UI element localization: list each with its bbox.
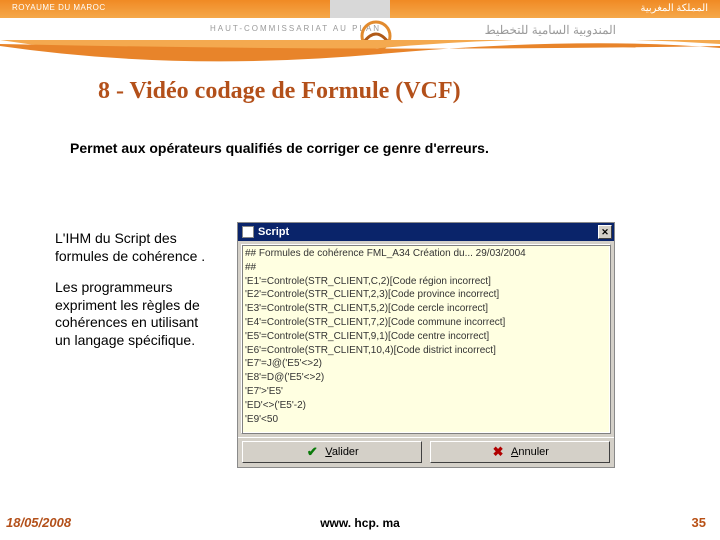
- cancel-label: Annuler: [511, 446, 549, 458]
- left-para-1: L'IHM du Script des formules de cohérenc…: [55, 230, 217, 265]
- country-ar: المملكة المغربية: [641, 3, 708, 14]
- header-swoosh: [0, 40, 720, 70]
- footer-page-number: 35: [692, 515, 706, 530]
- window-button-row: ✔ Valider ✖ Annuler: [238, 437, 614, 467]
- window-titlebar: Script ✕: [238, 223, 614, 241]
- country-fr: ROYAUME DU MAROC: [12, 3, 106, 12]
- left-para-2: Les programmeurs expriment les règles de…: [55, 279, 217, 349]
- script-window: Script ✕ ## Formules de cohérence FML_A3…: [237, 222, 615, 468]
- intro-text: Permet aux opérateurs qualifiés de corri…: [70, 140, 510, 158]
- close-button[interactable]: ✕: [598, 225, 612, 239]
- check-icon: ✔: [305, 445, 319, 459]
- org-ar: المندوبية السامية للتخطيط: [485, 23, 616, 37]
- cancel-button[interactable]: ✖ Annuler: [430, 441, 610, 463]
- window-icon: [242, 226, 254, 238]
- footer-url: www. hcp. ma: [320, 516, 400, 530]
- slide-header: ROYAUME DU MAROC المملكة المغربية HAUT-C…: [0, 0, 720, 62]
- validate-label: Valider: [325, 446, 358, 458]
- left-column: L'IHM du Script des formules de cohérenc…: [55, 230, 217, 349]
- footer-date: 18/05/2008: [6, 515, 71, 530]
- x-icon: ✖: [491, 445, 505, 459]
- validate-button[interactable]: ✔ Valider: [242, 441, 422, 463]
- close-icon: ✕: [601, 228, 609, 237]
- window-title: Script: [258, 226, 289, 238]
- script-editor[interactable]: ## Formules de cohérence FML_A34 Créatio…: [241, 244, 611, 434]
- header-top-strip: ROYAUME DU MAROC المملكة المغربية: [0, 0, 720, 18]
- org-fr: HAUT-COMMISSARIAT AU PLAN: [210, 24, 381, 33]
- slide-title: 8 - Vidéo codage de Formule (VCF): [98, 78, 461, 105]
